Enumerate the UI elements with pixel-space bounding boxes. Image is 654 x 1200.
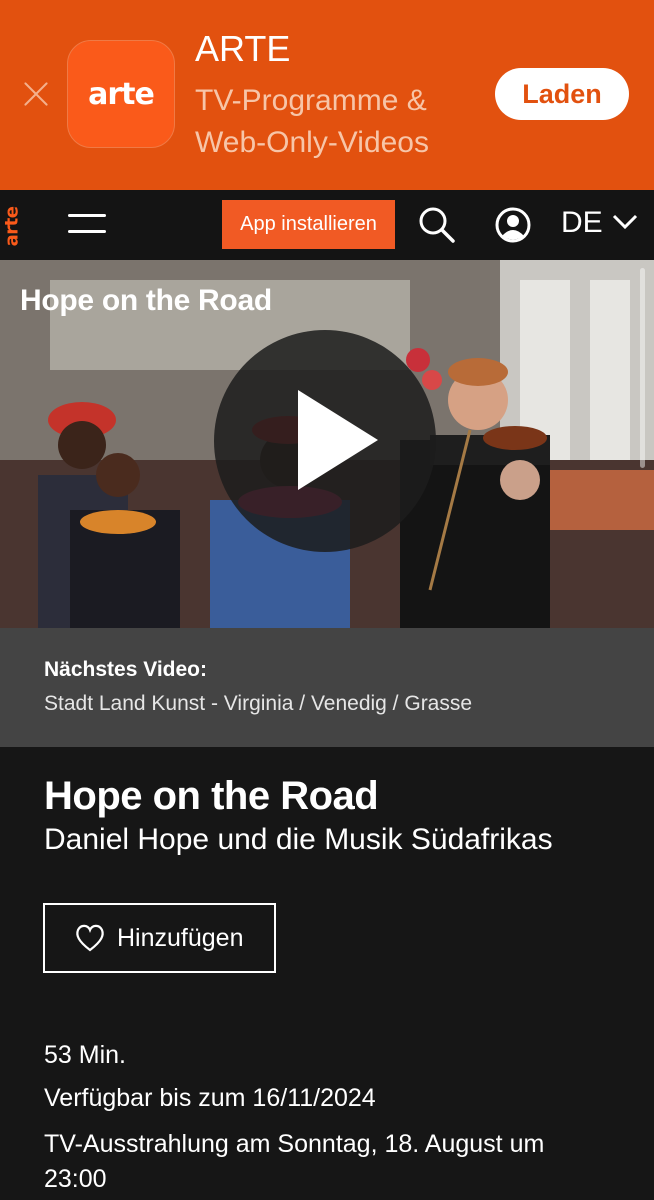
availability: Verfügbar bis zum 16/11/2024 bbox=[44, 1084, 376, 1112]
search-icon[interactable] bbox=[418, 206, 456, 244]
play-icon[interactable] bbox=[214, 330, 436, 552]
add-button-label: Hinzufügen bbox=[117, 923, 244, 952]
load-app-button[interactable]: Laden bbox=[495, 68, 629, 120]
language-selector[interactable]: DE bbox=[561, 206, 603, 240]
program-subtitle: Daniel Hope und die Musik Südafrikas bbox=[44, 823, 553, 856]
add-to-list-button[interactable]: Hinzufügen bbox=[43, 903, 276, 973]
install-app-button[interactable]: App installieren bbox=[222, 200, 395, 249]
player-title: Hope on the Road bbox=[20, 284, 272, 317]
app-icon-label: arte bbox=[88, 76, 155, 112]
broadcast-info: TV-Ausstrahlung am Sonntag, 18. August u… bbox=[44, 1130, 545, 1193]
app-install-banner: arte ARTE TV-Programme & Web-Only-Videos… bbox=[0, 0, 654, 190]
scrollbar[interactable] bbox=[640, 268, 645, 468]
arte-logo[interactable]: arte bbox=[1, 198, 32, 254]
app-subtitle: TV-Programme & Web-Only-Videos bbox=[195, 84, 429, 159]
next-video-label: Nächstes Video: bbox=[44, 658, 208, 681]
arte-app-icon: arte bbox=[67, 40, 175, 148]
user-icon[interactable] bbox=[495, 207, 531, 243]
video-player[interactable]: Hope on the Road bbox=[0, 260, 654, 628]
close-icon[interactable] bbox=[22, 80, 50, 108]
next-video[interactable]: Nächstes Video: Stadt Land Kunst - Virgi… bbox=[0, 628, 654, 747]
menu-icon[interactable] bbox=[68, 214, 106, 234]
chevron-down-icon[interactable] bbox=[612, 214, 638, 230]
duration: 53 Min. bbox=[44, 1041, 126, 1069]
program-title: Hope on the Road bbox=[44, 774, 379, 818]
heart-icon bbox=[76, 924, 104, 952]
logo-text: arte bbox=[1, 206, 23, 247]
site-header: arte App installieren DE bbox=[0, 190, 654, 260]
app-name: ARTE bbox=[195, 28, 291, 69]
next-video-title[interactable]: Stadt Land Kunst - Virginia / Venedig / … bbox=[44, 692, 472, 716]
